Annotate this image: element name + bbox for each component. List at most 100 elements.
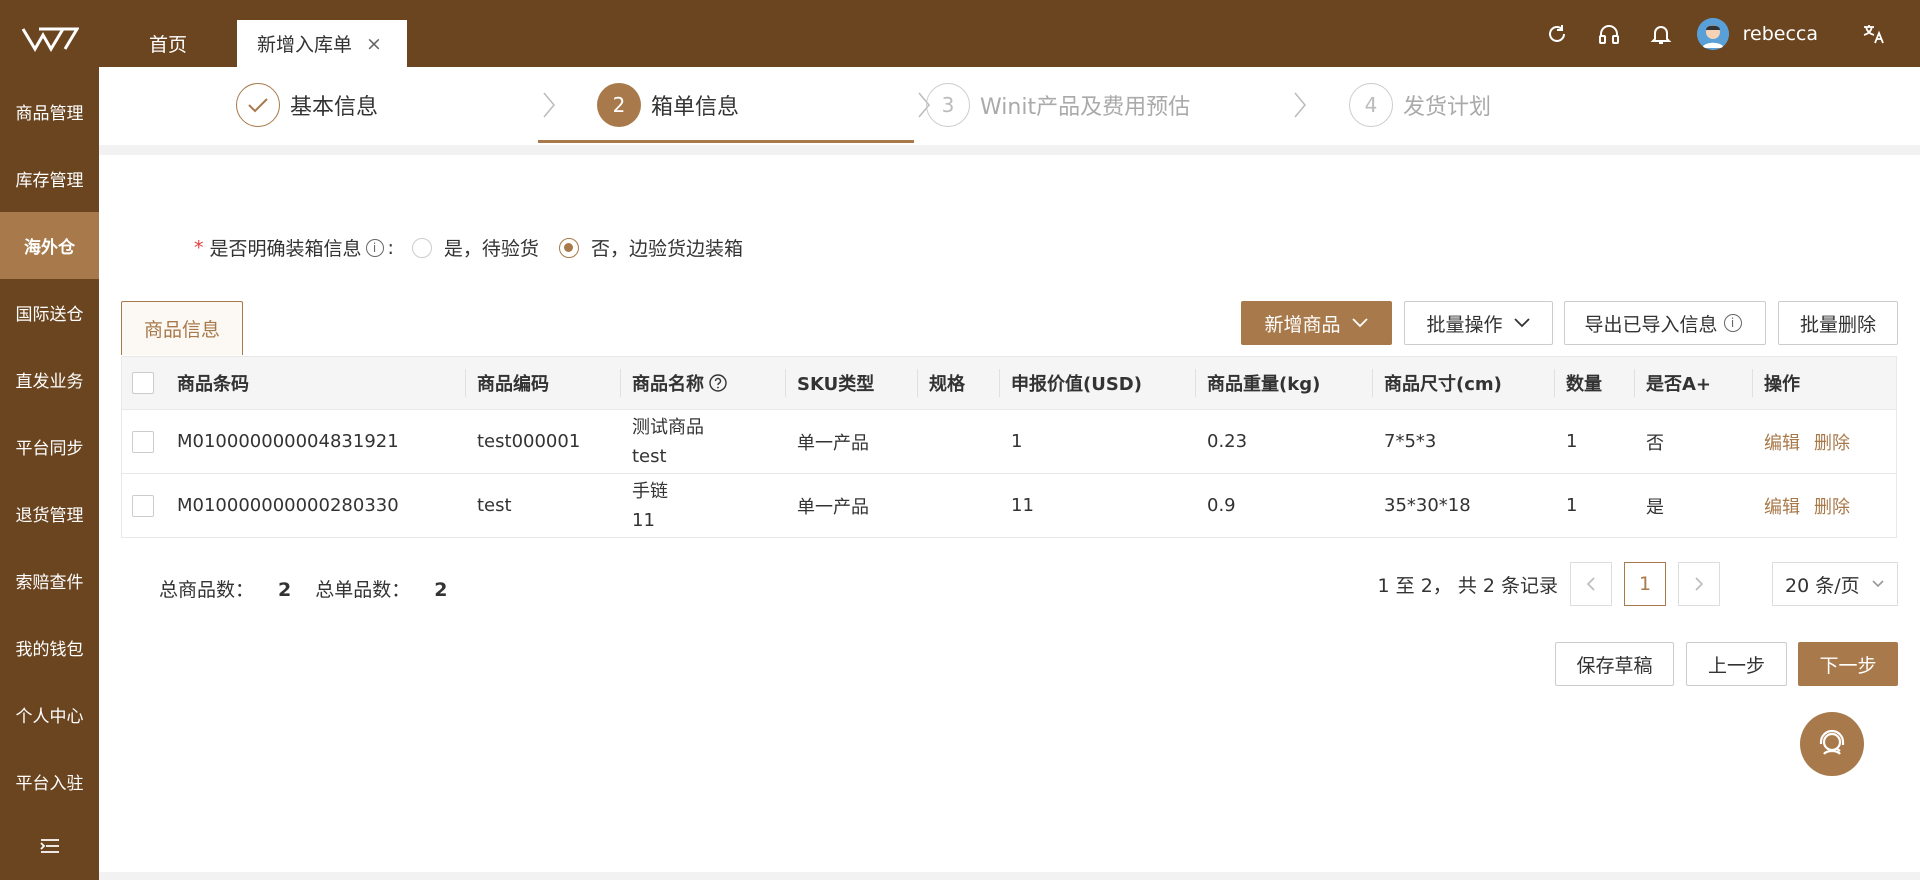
row-checkbox[interactable] [132, 430, 154, 453]
header-a-plus: 是否A+ [1646, 374, 1712, 395]
pagination-range: 1 至 2， 共 2 条记录 [1377, 574, 1558, 597]
cell-qty: 1 [1566, 495, 1578, 516]
chevron-right-icon [1695, 577, 1704, 591]
cell-code: test [477, 495, 512, 516]
sidebar-item-overseas-warehouse[interactable]: 海外仓 [0, 212, 99, 279]
cell-name: 手链 11 [632, 474, 668, 537]
column-divider [1752, 369, 1753, 397]
step-shipping-plan-label: 发货计划 [1403, 95, 1492, 120]
edit-link[interactable]: 编辑 [1764, 429, 1800, 455]
step-winit-product[interactable]: 3 Winit产品及费用预估 [926, 83, 1190, 127]
cell-name-line1: 测试商品 [632, 416, 704, 438]
header-name: 商品名称 [632, 357, 727, 409]
username[interactable]: rebecca [1743, 23, 1818, 45]
customer-service-button[interactable] [1800, 712, 1864, 776]
prev-page-button[interactable] [1570, 562, 1612, 606]
step-shipping-plan[interactable]: 4 发货计划 [1349, 83, 1492, 127]
radio-no[interactable] [558, 237, 579, 258]
cell-name-line1: 手链 [632, 480, 668, 502]
batch-delete-button[interactable]: 批量删除 [1778, 301, 1898, 345]
radio-no-label[interactable]: 否，边验货边装箱 [591, 234, 743, 261]
select-all-checkbox[interactable] [132, 372, 154, 394]
total-single-label: 总单品数： [315, 579, 411, 601]
add-product-label: 新增商品 [1264, 313, 1341, 336]
sidebar-item-direct-shipping[interactable]: 直发业务 [0, 346, 99, 413]
total-single-value: 2 [434, 579, 448, 601]
chevron-down-icon [1872, 580, 1884, 588]
headset-icon[interactable] [1583, 14, 1635, 54]
step-basic-info-label: 基本信息 [290, 95, 379, 120]
radio-yes[interactable] [411, 237, 432, 258]
steps-bar: 基本信息 2 箱单信息 3 Winit产品及费用预估 4 发货计划 [99, 67, 1920, 145]
logo[interactable] [0, 0, 99, 78]
cell-ops: 编辑 删除 [1764, 474, 1864, 537]
header-weight: 商品重量(kg) [1207, 374, 1321, 395]
edit-link[interactable]: 编辑 [1764, 493, 1800, 519]
menu-collapse-icon[interactable] [0, 826, 99, 866]
refresh-icon[interactable] [1531, 14, 1583, 54]
batch-operations-button[interactable]: 批量操作 [1404, 301, 1553, 345]
chevron-down-icon [1351, 318, 1368, 328]
column-divider [465, 369, 466, 397]
export-imported-button[interactable]: 导出已导入信息 i [1564, 301, 1766, 345]
close-icon[interactable]: × [366, 33, 382, 55]
column-divider [917, 369, 918, 397]
batch-operations-label: 批量操作 [1426, 313, 1503, 336]
logo-icon [21, 27, 79, 52]
sidebar-item-personal-center[interactable]: 个人中心 [0, 681, 99, 748]
sidebar-item-platform-onboarding[interactable]: 平台入驻 [0, 748, 99, 815]
save-draft-button[interactable]: 保存草稿 [1555, 642, 1674, 686]
page-1-button[interactable]: 1 [1624, 562, 1666, 606]
total-products-label: 总商品数： [159, 579, 255, 601]
cell-barcode: M010000000000280330 [177, 495, 399, 516]
sidebar-item-platform-sync[interactable]: 平台同步 [0, 413, 99, 480]
bottom-strip [99, 872, 1920, 880]
radio-yes-label[interactable]: 是，待验货 [444, 234, 539, 261]
header-name-label: 商品名称 [632, 374, 704, 395]
next-step-button[interactable]: 下一步 [1798, 642, 1898, 686]
cell-declared-value: 11 [1011, 495, 1034, 516]
translate-icon[interactable] [1848, 14, 1900, 54]
add-product-button[interactable]: 新增商品 [1241, 301, 1392, 345]
sidebar-item-product-management[interactable]: 商品管理 [0, 78, 99, 145]
check-icon [236, 83, 280, 127]
prev-step-button[interactable]: 上一步 [1686, 642, 1787, 686]
info-icon[interactable]: i [365, 238, 384, 257]
header-qty: 数量 [1566, 374, 1602, 395]
total-products: 总商品数： 2 [159, 575, 291, 602]
tab-product-info[interactable]: 商品信息 [121, 301, 243, 355]
delete-link[interactable]: 删除 [1814, 493, 1850, 519]
row-checkbox[interactable] [132, 494, 154, 517]
next-page-button[interactable] [1678, 562, 1720, 606]
top-bar: 首页 新增入库单 × rebecca [99, 0, 1920, 67]
step-number: 4 [1349, 83, 1393, 127]
column-divider [1195, 369, 1196, 397]
sidebar: 商品管理 库存管理 海外仓 国际送仓 直发业务 平台同步 退货管理 索赔查件 我… [0, 0, 99, 880]
label-colon: : [387, 236, 394, 259]
chevron-right-icon [543, 92, 555, 118]
column-divider [999, 369, 1000, 397]
header-declared-value: 申报价值(USD) [1011, 374, 1142, 395]
divider [99, 145, 1920, 155]
step-box-info[interactable]: 2 箱单信息 [597, 83, 739, 127]
sidebar-item-claims[interactable]: 索赔查件 [0, 547, 99, 614]
delete-link[interactable]: 删除 [1814, 429, 1850, 455]
step-number: 3 [926, 83, 970, 127]
help-icon[interactable] [709, 374, 727, 392]
tab-home[interactable]: 首页 [129, 20, 207, 67]
tab-new-inbound-order[interactable]: 新增入库单 × [237, 20, 407, 67]
sidebar-item-inventory-management[interactable]: 库存管理 [0, 145, 99, 212]
info-icon: i [1723, 314, 1742, 332]
bell-icon[interactable] [1635, 14, 1687, 54]
pagination: 1 至 2， 共 2 条记录 1 20 条/页 [1378, 562, 1920, 606]
sidebar-item-returns[interactable]: 退货管理 [0, 480, 99, 547]
sidebar-item-international-delivery[interactable]: 国际送仓 [0, 279, 99, 346]
sidebar-item-wallet[interactable]: 我的钱包 [0, 614, 99, 681]
avatar[interactable] [1696, 17, 1729, 50]
cell-size: 35*30*18 [1384, 495, 1471, 516]
step-basic-info[interactable]: 基本信息 [236, 83, 379, 127]
header-code: 商品编码 [477, 374, 549, 395]
tab-home-label: 首页 [149, 34, 188, 56]
packing-info-field: * 是否明确装箱信息 i : 是，待验货 否，边验货边装箱 [194, 234, 743, 261]
page-size-select[interactable]: 20 条/页 [1772, 562, 1898, 606]
